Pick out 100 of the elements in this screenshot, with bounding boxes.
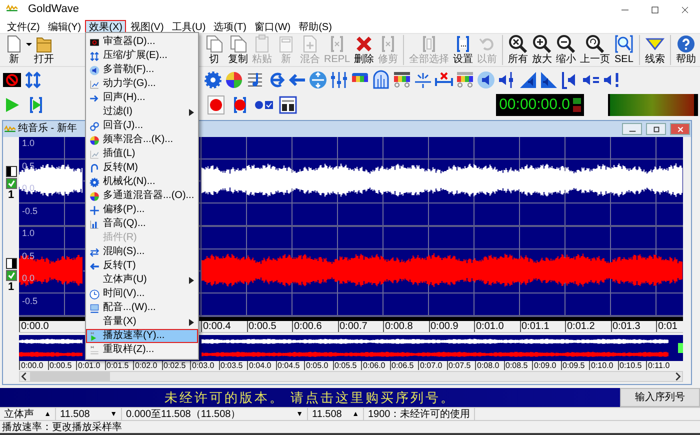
right-arrow-icon bbox=[89, 92, 100, 104]
ramp-icon[interactable] bbox=[518, 70, 538, 90]
restore-button[interactable] bbox=[646, 123, 666, 135]
toolbar-button[interactable]: 帮助 bbox=[674, 34, 698, 65]
toolbar-button[interactable]: 上一页 bbox=[578, 34, 612, 65]
menu-item[interactable]: 反转(T) bbox=[86, 259, 198, 273]
arch-icon[interactable] bbox=[371, 70, 392, 90]
time-label: 0:06.0 bbox=[361, 361, 386, 370]
document-title: 纯音乐 - 新年 bbox=[18, 123, 77, 135]
menu-item[interactable]: 配音...(W)... bbox=[86, 301, 198, 315]
channel-checkbox[interactable] bbox=[6, 270, 16, 280]
line-chart-icon bbox=[89, 78, 100, 90]
menu-item[interactable]: 过滤(I) bbox=[86, 105, 198, 119]
rings-icon bbox=[89, 120, 100, 132]
hook-icon bbox=[89, 162, 100, 174]
menu-item[interactable]: 偏移(P)... bbox=[86, 203, 198, 217]
color-wheel-icon[interactable] bbox=[224, 70, 244, 90]
menu-item[interactable]: 频率混合...(K)... bbox=[86, 133, 198, 147]
status-text: 立体声 bbox=[4, 408, 34, 420]
speaker-icon[interactable] bbox=[476, 70, 496, 90]
window-title: GoldWave bbox=[28, 3, 79, 17]
menu-item[interactable]: 工具(U) bbox=[168, 20, 210, 33]
menu-item[interactable]: 文件(Z) bbox=[3, 20, 44, 33]
arrows-icon bbox=[89, 50, 100, 62]
time-label: 0:08.0 bbox=[475, 361, 500, 370]
wave-logo-icon bbox=[4, 124, 16, 134]
channel-checkbox[interactable] bbox=[6, 178, 16, 188]
toolbar-button[interactable]: 线索 bbox=[642, 34, 667, 65]
maximize-icon bbox=[650, 5, 660, 15]
menu-item[interactable]: 音高(Q)... bbox=[86, 217, 198, 231]
menu-item[interactable]: 窗口(W) bbox=[250, 20, 295, 33]
toolbar-button[interactable]: 所有 bbox=[506, 34, 530, 65]
toolbar-button[interactable]: 放大 bbox=[530, 34, 554, 65]
time-label: 0:01.1 bbox=[520, 321, 550, 332]
toolbar-button[interactable]: 打开 bbox=[32, 34, 56, 65]
close-icon bbox=[680, 5, 690, 15]
enter-serial-button[interactable]: 输入序列号 bbox=[620, 388, 700, 407]
amplitude-label: 1.0 bbox=[22, 139, 35, 148]
scrollbar-thumb[interactable] bbox=[30, 372, 110, 381]
time-label: 0:06.5 bbox=[390, 361, 414, 370]
time-label: 0:00.7 bbox=[338, 321, 368, 332]
menu-item[interactable]: 机械化(N)... bbox=[86, 175, 198, 189]
spectrum-cart-icon[interactable] bbox=[455, 70, 476, 90]
sliders-icon[interactable] bbox=[329, 70, 350, 90]
menu-item[interactable]: 音量(X) bbox=[86, 315, 198, 329]
amplitude-label: 0.5 bbox=[22, 162, 35, 170]
arrows-icon[interactable] bbox=[23, 70, 43, 90]
swap-arrows-icon bbox=[89, 246, 100, 258]
submenu-arrow-icon bbox=[189, 318, 194, 326]
menu-item[interactable]: 多通道混音器...(O)... bbox=[86, 189, 198, 203]
menu-item[interactable]: 立体声(U) bbox=[86, 273, 198, 287]
horizontal-scrollbar[interactable] bbox=[19, 371, 683, 382]
window-layout-icon[interactable] bbox=[278, 94, 298, 114]
toolbar-button[interactable]: 设置 bbox=[451, 34, 476, 65]
menu-item[interactable]: 选项(T) bbox=[210, 20, 250, 33]
menu-item[interactable]: 重取样(Z)... bbox=[86, 343, 198, 357]
menu-item[interactable]: 播放速率(Y)... bbox=[86, 329, 198, 343]
spectrum-cart-icon[interactable] bbox=[392, 70, 412, 90]
toolbar-button[interactable]: SEL bbox=[612, 34, 636, 65]
amplitude-label: 1.0 bbox=[22, 229, 35, 238]
time-label: 0:07.5 bbox=[446, 361, 471, 370]
amplitude-label: 0.0 bbox=[22, 184, 35, 193]
record-icon[interactable] bbox=[206, 94, 226, 114]
close-button[interactable] bbox=[670, 123, 690, 135]
toolbar-button[interactable]: 删除 bbox=[352, 34, 376, 65]
time-label: 0:00.4 bbox=[201, 321, 231, 332]
menu-item[interactable]: 视图(V) bbox=[126, 20, 168, 33]
scroll-left-icon[interactable] bbox=[20, 372, 28, 381]
toolbar-button[interactable]: 复制 bbox=[226, 34, 250, 65]
menu-item[interactable]: 混响(S)... bbox=[86, 245, 198, 259]
time-label: 0:10.5 bbox=[618, 361, 642, 370]
restore-icon bbox=[652, 124, 660, 134]
toolbar-button[interactable]: 切 bbox=[202, 34, 226, 65]
menu-item[interactable]: 插值(L) bbox=[86, 147, 198, 161]
timer-text: 00:00:00.0 bbox=[499, 96, 570, 114]
menu-item[interactable]: 帮助(S) bbox=[294, 20, 336, 33]
overview-handle[interactable] bbox=[678, 343, 683, 353]
license-notice-link[interactable]: 未经许可的版本。 请点击这里购买序列号。 bbox=[164, 390, 456, 406]
menu-item[interactable]: 审查器(D)... bbox=[86, 35, 198, 49]
scroll-right-icon[interactable] bbox=[674, 372, 682, 381]
time-label: 0:02.5 bbox=[162, 361, 186, 370]
time-label: 0:04.5 bbox=[276, 361, 300, 370]
menu-item[interactable]: 回音(J)... bbox=[86, 119, 198, 133]
color-wheel-icon bbox=[89, 134, 100, 146]
menu-item[interactable]: 多普勒(F)... bbox=[86, 63, 198, 77]
menu-item[interactable]: 效果(X) bbox=[85, 20, 126, 33]
toolbar-button[interactable]: 缩小 bbox=[554, 34, 578, 65]
circle-arrows-icon[interactable] bbox=[308, 70, 328, 90]
menu-item[interactable]: 回声(H)... bbox=[86, 91, 198, 105]
status-text: 0.000至11.508（11.508） bbox=[126, 408, 241, 420]
gear-icon[interactable] bbox=[203, 70, 224, 90]
menu-item[interactable]: 编辑(Y) bbox=[44, 20, 86, 33]
time-label: 0:00.0 bbox=[19, 321, 49, 332]
menu-item[interactable]: 压缩/扩展(E)... bbox=[86, 49, 198, 63]
toolbar-button[interactable]: 新 bbox=[2, 34, 26, 65]
ramp-icon[interactable] bbox=[539, 70, 560, 90]
menu-item[interactable]: 反转(M) bbox=[86, 161, 198, 175]
menu-item[interactable]: 动力学(G)... bbox=[86, 77, 198, 91]
submenu-arrow-icon bbox=[189, 276, 194, 284]
menu-item[interactable]: 时间(V)... bbox=[86, 287, 198, 301]
